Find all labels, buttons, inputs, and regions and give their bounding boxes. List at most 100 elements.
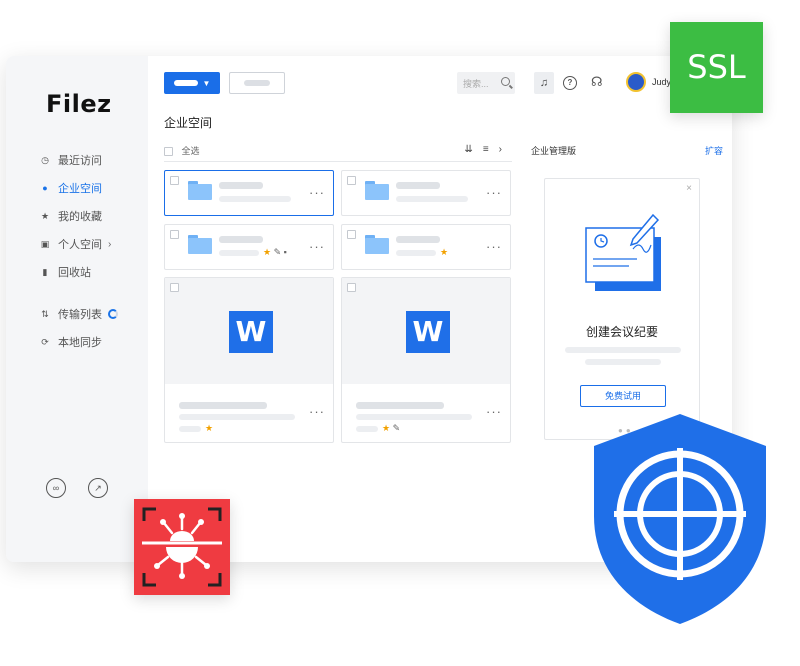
sidebar-separator <box>40 286 118 300</box>
person-folder-icon: ▣ <box>40 239 50 249</box>
select-all-label: 全选 <box>181 146 200 156</box>
clock-icon: ◷ <box>41 155 49 165</box>
button-label-placeholder <box>173 80 198 86</box>
sidebar-item-label: 最近访问 <box>58 155 102 167</box>
sidebar-bottom-icons: ∞ ↗ <box>46 478 108 498</box>
expand-link[interactable]: 扩容 <box>705 144 723 157</box>
ssl-badge: SSL <box>670 22 763 113</box>
edition-label: 企业管理版 <box>531 146 577 156</box>
card-checkbox[interactable] <box>347 230 356 239</box>
sidebar-item-enterprise[interactable]: ● 企业空间 <box>40 174 118 202</box>
filename-placeholder <box>179 402 267 409</box>
more-icon[interactable]: ··· <box>309 404 325 419</box>
meta-placeholder <box>179 414 295 420</box>
upload-button[interactable] <box>229 72 285 94</box>
word-doc-icon: W <box>229 311 273 353</box>
sidebar-item-transfer[interactable]: ⇅ 传输列表 <box>40 300 118 328</box>
sidebar-item-label: 个人空间 <box>58 239 102 251</box>
sidebar-item-trash[interactable]: ▮ 回收站 <box>40 258 118 286</box>
chevron-down-icon: ▼ <box>202 78 211 88</box>
folder-icon <box>188 181 212 200</box>
document-card[interactable]: W ★ ✎ ··· <box>341 277 511 443</box>
file-marks: ★ <box>440 247 448 258</box>
card-checkbox[interactable] <box>170 176 179 185</box>
more-icon[interactable]: ··· <box>309 185 325 200</box>
file-card[interactable]: ··· <box>164 170 334 216</box>
star-icon: ★ <box>440 247 449 257</box>
star-icon: ★ <box>40 211 50 221</box>
meta-placeholder <box>396 196 468 202</box>
sidebar-nav: ◷ 最近访问 ● 企业空间 ★ 我的收藏 ▣ 个人空间 › ▮ 回收站 ⇅ 传输… <box>40 146 118 356</box>
edit-icon: ✎ <box>392 423 401 433</box>
promo-card: × 创建会议纪要 免费试用 ●● <box>544 178 700 440</box>
file-marks: ★ ✎ <box>382 423 400 434</box>
sidebar-item-sync[interactable]: ⟳ 本地同步 <box>40 328 118 356</box>
search-input[interactable]: 搜索... <box>457 72 515 94</box>
search-icon[interactable] <box>501 77 510 86</box>
document-thumbnail: W <box>165 278 333 384</box>
promo-text-placeholder <box>565 347 681 353</box>
sync-icon: ⟳ <box>41 337 49 347</box>
user-name[interactable]: Judy <box>652 77 671 87</box>
headset-icon[interactable]: ☊ <box>591 74 603 90</box>
promo-text-placeholder <box>585 359 661 365</box>
sidebar-item-favorites[interactable]: ★ 我的收藏 <box>40 202 118 230</box>
lock-icon: ▪ <box>283 247 287 257</box>
share-icon[interactable]: ↗ <box>88 478 108 498</box>
file-card[interactable]: ★ ✎ ▪ ··· <box>164 224 334 270</box>
view-toggle-icons[interactable]: ⇊≡› <box>464 144 512 155</box>
sidebar-item-recent[interactable]: ◷ 最近访问 <box>40 146 118 174</box>
loading-spinner-icon <box>108 309 118 319</box>
document-card[interactable]: W ★ ··· <box>164 277 334 443</box>
more-icon[interactable]: ··· <box>486 185 502 200</box>
star-icon: ★ <box>382 423 391 433</box>
sidebar-item-personal[interactable]: ▣ 个人空间 › <box>40 230 118 258</box>
filename-placeholder <box>396 236 440 243</box>
folder-icon <box>365 181 389 200</box>
file-marks: ★ <box>205 423 213 434</box>
avatar[interactable] <box>626 72 646 92</box>
word-doc-icon: W <box>406 311 450 353</box>
folder-icon <box>188 235 212 254</box>
sidebar-item-label: 传输列表 <box>58 309 102 321</box>
new-button[interactable]: ▼ <box>164 72 220 94</box>
security-shield-icon <box>594 414 766 624</box>
sidebar-item-label: 企业空间 <box>58 183 102 195</box>
sidebar-item-label: 回收站 <box>58 267 91 279</box>
more-icon[interactable]: ··· <box>486 239 502 254</box>
star-icon: ★ <box>205 423 214 433</box>
select-all-checkbox[interactable] <box>164 147 173 157</box>
sidebar-item-label: 本地同步 <box>58 337 102 349</box>
meta-placeholder <box>356 414 472 420</box>
folder-icon <box>365 235 389 254</box>
card-checkbox[interactable] <box>170 283 179 292</box>
transfer-icon: ⇅ <box>41 309 49 319</box>
more-icon[interactable]: ··· <box>309 239 325 254</box>
file-marks: ★ ✎ ▪ <box>263 247 287 258</box>
help-icon[interactable]: ? <box>563 76 577 90</box>
free-trial-button[interactable]: 免费试用 <box>580 385 666 407</box>
bell-icon[interactable]: ♫ <box>534 72 554 94</box>
card-checkbox[interactable] <box>170 230 179 239</box>
enterprise-icon: ● <box>42 183 48 193</box>
filename-placeholder <box>356 402 444 409</box>
app-logo: Filez <box>46 90 112 118</box>
search-placeholder: 搜索... <box>463 79 489 89</box>
more-icon[interactable]: ··· <box>486 404 502 419</box>
card-checkbox[interactable] <box>347 176 356 185</box>
link-icon[interactable]: ∞ <box>46 478 66 498</box>
right-panel-header: 企业管理版 扩容 <box>531 144 723 162</box>
stage: Filez ◷ 最近访问 ● 企业空间 ★ 我的收藏 ▣ 个人空间 › ▮ 回收… <box>0 0 800 666</box>
page-title: 企业空间 <box>164 116 213 130</box>
card-checkbox[interactable] <box>347 283 356 292</box>
file-card[interactable]: ★ ··· <box>341 224 511 270</box>
promo-title: 创建会议纪要 <box>585 325 658 339</box>
file-card[interactable]: ··· <box>341 170 511 216</box>
top-toolbar: ▼ 搜索... ♫ ? ☊ Judy <box>164 72 716 96</box>
chevron-right-icon: › <box>108 238 112 250</box>
meta-placeholder <box>219 250 259 256</box>
list-header: 全选 ⇊≡› <box>164 144 512 162</box>
virus-scan-icon <box>142 507 222 587</box>
document-thumbnail: W <box>342 278 510 384</box>
meta-placeholder <box>356 426 378 432</box>
